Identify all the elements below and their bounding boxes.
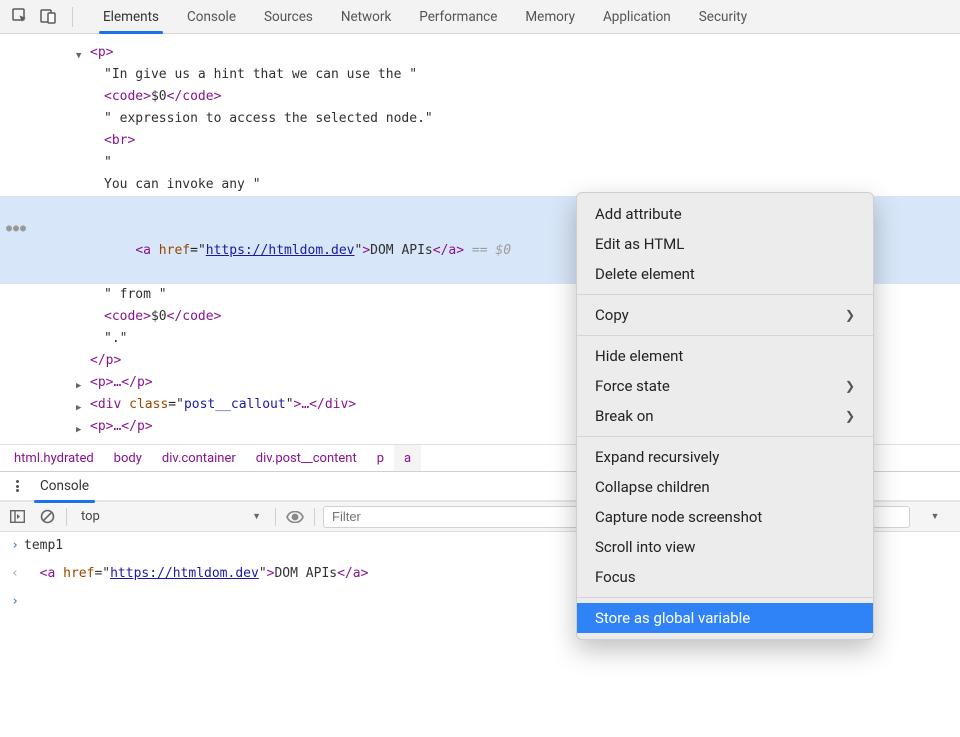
tree-text-1[interactable]: "In give us a hint that we can use the ": [0, 64, 960, 86]
panel-tabs: Elements Console Sources Network Perform…: [89, 0, 761, 33]
tree-text-4[interactable]: " from ": [0, 284, 960, 306]
execution-context-select[interactable]: top ▼: [75, 506, 267, 528]
context-label: top: [81, 509, 100, 524]
toolbar-divider: [72, 7, 73, 27]
filter-field[interactable]: [332, 509, 901, 524]
inspect-element-icon[interactable]: [8, 5, 32, 29]
crumb-body[interactable]: body: [104, 445, 152, 471]
console-output-line[interactable]: ‹ <a href="https://htmldom.dev">DOM APIs…: [0, 560, 960, 588]
crumb-div-postcontent[interactable]: div.post__content: [246, 445, 367, 471]
console-expr: temp1: [24, 535, 954, 557]
devtools-toolbar: Elements Console Sources Network Perform…: [0, 0, 960, 34]
tree-node-p-close[interactable]: </p>: [0, 350, 960, 372]
console-toolbar: top ▼ ▼: [0, 502, 960, 532]
console-result: <a href="https://htmldom.dev">DOM APIs</…: [24, 563, 954, 585]
toolbar-divider: [66, 508, 67, 526]
clear-console-icon[interactable]: [36, 506, 58, 528]
tab-elements[interactable]: Elements: [89, 0, 173, 33]
selected-gutter-icon: ●●●: [6, 218, 27, 240]
console-filter-input[interactable]: [323, 506, 910, 528]
tree-text-quote[interactable]: ": [0, 152, 960, 174]
tree-text-dot[interactable]: ".": [0, 328, 960, 350]
tree-node-code2[interactable]: <code>$0</code>: [0, 306, 960, 328]
tree-text-3[interactable]: You can invoke any ": [0, 174, 960, 196]
console-drawer-header: Console: [0, 472, 960, 502]
chevron-down-icon: ▼: [252, 511, 261, 522]
tree-node-div[interactable]: <div class="post__callout">…</div>: [0, 394, 960, 416]
console-input-line[interactable]: › temp1: [0, 532, 960, 560]
console-prompt-line[interactable]: ›: [0, 588, 960, 616]
console-input-prompt-icon: ›: [6, 591, 24, 613]
tab-application[interactable]: Application: [589, 0, 685, 33]
tree-node-p2[interactable]: <p>…</p>: [0, 372, 960, 394]
live-expression-icon[interactable]: [284, 506, 306, 528]
tab-security[interactable]: Security: [685, 0, 761, 33]
tree-node-p3[interactable]: <p>…</p>: [0, 416, 960, 438]
tab-console[interactable]: Console: [173, 0, 250, 33]
levels-dropdown-icon[interactable]: ▼: [924, 506, 946, 528]
tree-node-code1[interactable]: <code>$0</code>: [0, 86, 960, 108]
crumb-div-container[interactable]: div.container: [152, 445, 246, 471]
tree-node-a-selected[interactable]: ●●● <a href="https://htmldom.dev">DOM AP…: [0, 196, 960, 284]
tree-text-2[interactable]: " expression to access the selected node…: [0, 108, 960, 130]
tab-memory[interactable]: Memory: [511, 0, 589, 33]
console-output-prompt-icon: ‹: [6, 563, 24, 585]
toolbar-divider: [275, 508, 276, 526]
tree-node-p-open[interactable]: <p>: [0, 42, 960, 64]
device-toolbar-icon[interactable]: [36, 5, 60, 29]
toolbar-divider: [314, 508, 315, 526]
console-tab[interactable]: Console: [36, 478, 93, 494]
console-input-prompt-icon: ›: [6, 535, 24, 557]
console-settings-icon[interactable]: [8, 477, 26, 495]
crumb-p[interactable]: p: [367, 445, 394, 471]
tree-node-br[interactable]: <br>: [0, 130, 960, 152]
elements-tree[interactable]: <p> "In give us a hint that we can use t…: [0, 34, 960, 444]
console-output: › temp1 ‹ <a href="https://htmldom.dev">…: [0, 532, 960, 616]
tab-network[interactable]: Network: [327, 0, 405, 33]
crumb-html[interactable]: html.hydrated: [4, 445, 104, 471]
toggle-sidebar-icon[interactable]: [6, 506, 28, 528]
tab-performance[interactable]: Performance: [405, 0, 511, 33]
breadcrumb: html.hydrated body div.container div.pos…: [0, 444, 960, 472]
tab-sources[interactable]: Sources: [250, 0, 327, 33]
crumb-a[interactable]: a: [394, 445, 421, 471]
